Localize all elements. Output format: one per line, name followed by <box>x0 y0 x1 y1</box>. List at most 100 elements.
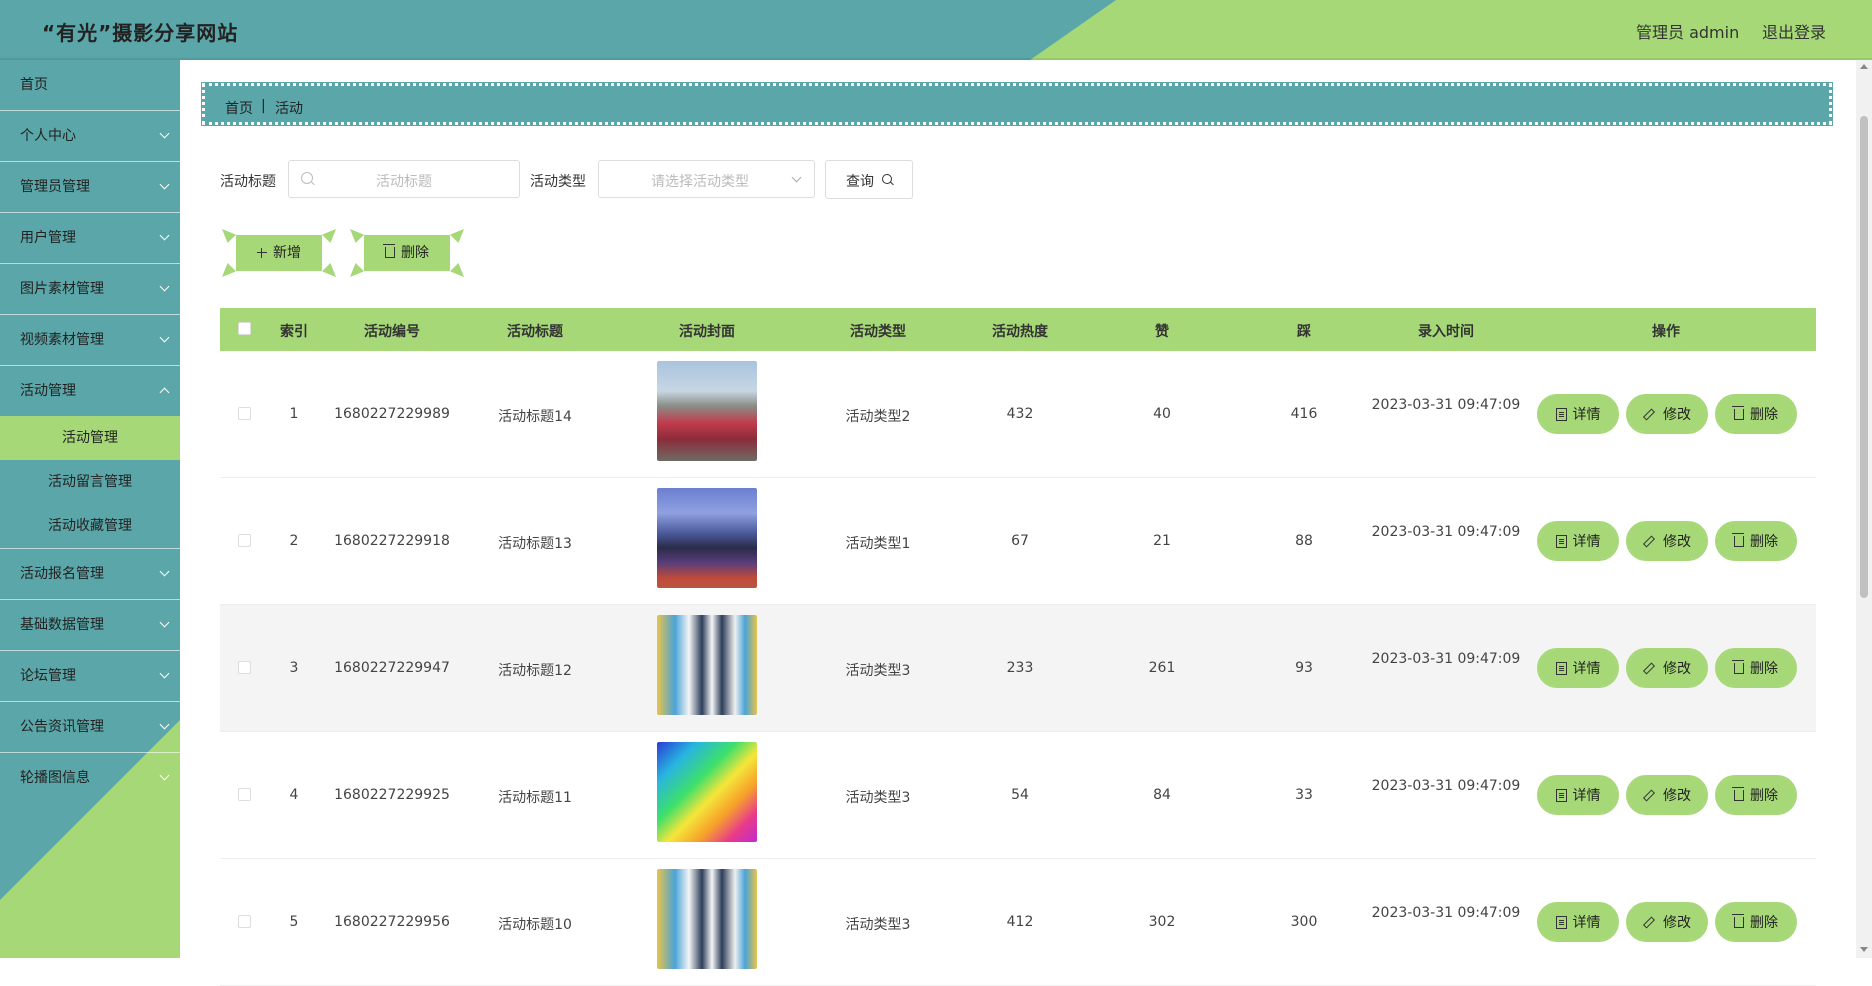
sidebar-item-home[interactable]: 首页 <box>0 60 180 111</box>
detail-button[interactable]: 详情 <box>1537 775 1619 815</box>
table-body: 1 1680227229989 活动标题14 活动类型2 432 40 416 2023-03… <box>220 351 1816 986</box>
sidebar-item-personal-center[interactable]: 个人中心 <box>0 111 180 162</box>
cell-like: 302 <box>1148 914 1176 930</box>
header-actions: 操作 <box>1652 324 1680 340</box>
sidebar-item-activity-management[interactable]: 活动管理 <box>0 366 180 416</box>
delete-button[interactable]: 删除 <box>1715 775 1797 815</box>
cell-like: 40 <box>1153 406 1171 422</box>
delete-label: 删除 <box>1750 661 1778 677</box>
header-time: 录入时间 <box>1418 324 1474 340</box>
detail-label: 详情 <box>1572 788 1601 804</box>
cell-index: 1 <box>289 406 299 422</box>
header-type: 活动类型 <box>850 324 906 340</box>
sidebar-item-basic-data[interactable]: 基础数据管理 <box>0 600 180 651</box>
chevron-down-icon <box>791 172 802 183</box>
admin-label: 管理员 admin <box>1636 23 1740 42</box>
cell-time: 2023-03-31 09:47:09 <box>1371 778 1521 794</box>
sidebar-subitem-activity[interactable]: 活动管理 <box>0 416 180 460</box>
sidebar-item-activity-signup[interactable]: 活动报名管理 <box>0 549 180 600</box>
sidebar-item-label: 论坛管理 <box>20 668 76 684</box>
sidebar-item-label: 个人中心 <box>20 128 76 144</box>
cell-time: 2023-03-31 09:47:09 <box>1371 524 1521 540</box>
edit-button[interactable]: 修改 <box>1626 521 1708 561</box>
detail-label: 详情 <box>1572 661 1601 677</box>
sidebar-menu: 首页 个人中心 管理员管理 用户管理 图片素材管理 视频素材管理 活动管理 活动… <box>0 60 180 803</box>
cell-time: 2023-03-31 09:47:09 <box>1371 397 1521 413</box>
trash-icon <box>1732 406 1744 420</box>
scroll-down-icon[interactable] <box>1860 947 1868 952</box>
sidebar-item-label: 图片素材管理 <box>20 281 104 297</box>
add-button[interactable]: 新增 <box>222 229 336 277</box>
sidebar-item-admin-management[interactable]: 管理员管理 <box>0 162 180 213</box>
edit-button[interactable]: 修改 <box>1626 775 1708 815</box>
search-icon <box>882 174 892 184</box>
cover-image <box>657 869 757 969</box>
header-title: 活动标题 <box>507 324 563 340</box>
cell-index: 4 <box>289 787 299 803</box>
detail-button[interactable]: 详情 <box>1537 394 1619 434</box>
scroll-up-icon[interactable] <box>1860 64 1868 69</box>
cover-image <box>657 361 757 461</box>
cell-code: 1680227229956 <box>334 914 450 930</box>
logout-link[interactable]: 退出登录 <box>1762 19 1826 43</box>
type-select[interactable]: 请选择活动类型 <box>598 160 815 198</box>
edit-button[interactable]: 修改 <box>1626 902 1708 942</box>
delete-button[interactable]: 删除 <box>1715 902 1797 942</box>
delete-button[interactable]: 删除 <box>1715 648 1797 688</box>
cell-title: 活动标题14 <box>498 409 572 425</box>
edit-label: 修改 <box>1663 661 1691 677</box>
sidebar-subitem-activity-favorites[interactable]: 活动收藏管理 <box>0 504 180 548</box>
edit-icon <box>1642 535 1656 548</box>
row-checkbox[interactable] <box>238 788 251 801</box>
edit-icon <box>1642 408 1656 421</box>
edit-button[interactable]: 修改 <box>1626 648 1708 688</box>
scrollbar-thumb[interactable] <box>1860 116 1868 598</box>
header-cover: 活动封面 <box>679 324 735 340</box>
delete-button[interactable]: 删除 <box>1715 521 1797 561</box>
sidebar-item-announcements[interactable]: 公告资讯管理 <box>0 702 180 753</box>
document-icon <box>1555 662 1567 675</box>
chevron-down-icon <box>161 702 168 752</box>
chevron-down-icon <box>161 315 168 365</box>
sidebar-item-forum[interactable]: 论坛管理 <box>0 651 180 702</box>
detail-button[interactable]: 详情 <box>1537 521 1619 561</box>
query-button-label: 查询 <box>846 174 874 190</box>
chevron-up-icon <box>161 366 168 416</box>
select-all-checkbox[interactable] <box>238 322 251 335</box>
cell-title: 活动标题11 <box>498 790 572 806</box>
page-scrollbar[interactable] <box>1856 60 1872 958</box>
cell-like: 261 <box>1148 660 1176 676</box>
edit-button[interactable]: 修改 <box>1626 394 1708 434</box>
cell-type: 活动类型1 <box>845 536 911 552</box>
detail-button[interactable]: 详情 <box>1537 902 1619 942</box>
row-checkbox[interactable] <box>238 661 251 674</box>
row-checkbox[interactable] <box>238 915 251 928</box>
sidebar-item-user-management[interactable]: 用户管理 <box>0 213 180 264</box>
sidebar-item-video-material[interactable]: 视频素材管理 <box>0 315 180 366</box>
query-button[interactable]: 查询 <box>825 160 913 199</box>
trash-icon <box>383 244 395 258</box>
table-header: 索引 活动编号 活动标题 活动封面 活动类型 活动热度 赞 踩 录入时间 操作 <box>220 308 1816 351</box>
header-dislike: 踩 <box>1297 324 1311 340</box>
delete-button[interactable]: 删除 <box>1715 394 1797 434</box>
title-search-input[interactable]: 活动标题 <box>288 160 520 198</box>
sidebar-subitem-activity-comments[interactable]: 活动留言管理 <box>0 460 180 504</box>
detail-button[interactable]: 详情 <box>1537 648 1619 688</box>
sidebar-item-label: 用户管理 <box>20 230 76 246</box>
row-checkbox[interactable] <box>238 534 251 547</box>
row-checkbox[interactable] <box>238 407 251 420</box>
cell-type: 活动类型3 <box>845 663 911 679</box>
table-row: 4 1680227229925 活动标题11 活动类型3 54 84 33 2023-03-3… <box>220 732 1816 859</box>
cover-image <box>657 742 757 842</box>
sidebar-item-image-material[interactable]: 图片素材管理 <box>0 264 180 315</box>
cell-index: 3 <box>289 660 299 676</box>
cell-heat: 67 <box>1011 533 1029 549</box>
sidebar-item-label: 管理员管理 <box>20 179 90 195</box>
cell-dislike: 300 <box>1290 914 1318 930</box>
header-index: 索引 <box>280 324 308 340</box>
cell-code: 1680227229947 <box>334 660 450 676</box>
edit-icon <box>1642 662 1656 675</box>
batch-delete-button[interactable]: 删除 <box>350 229 464 277</box>
sidebar-item-carousel[interactable]: 轮播图信息 <box>0 753 180 803</box>
breadcrumb-home[interactable]: 首页 <box>225 98 253 118</box>
